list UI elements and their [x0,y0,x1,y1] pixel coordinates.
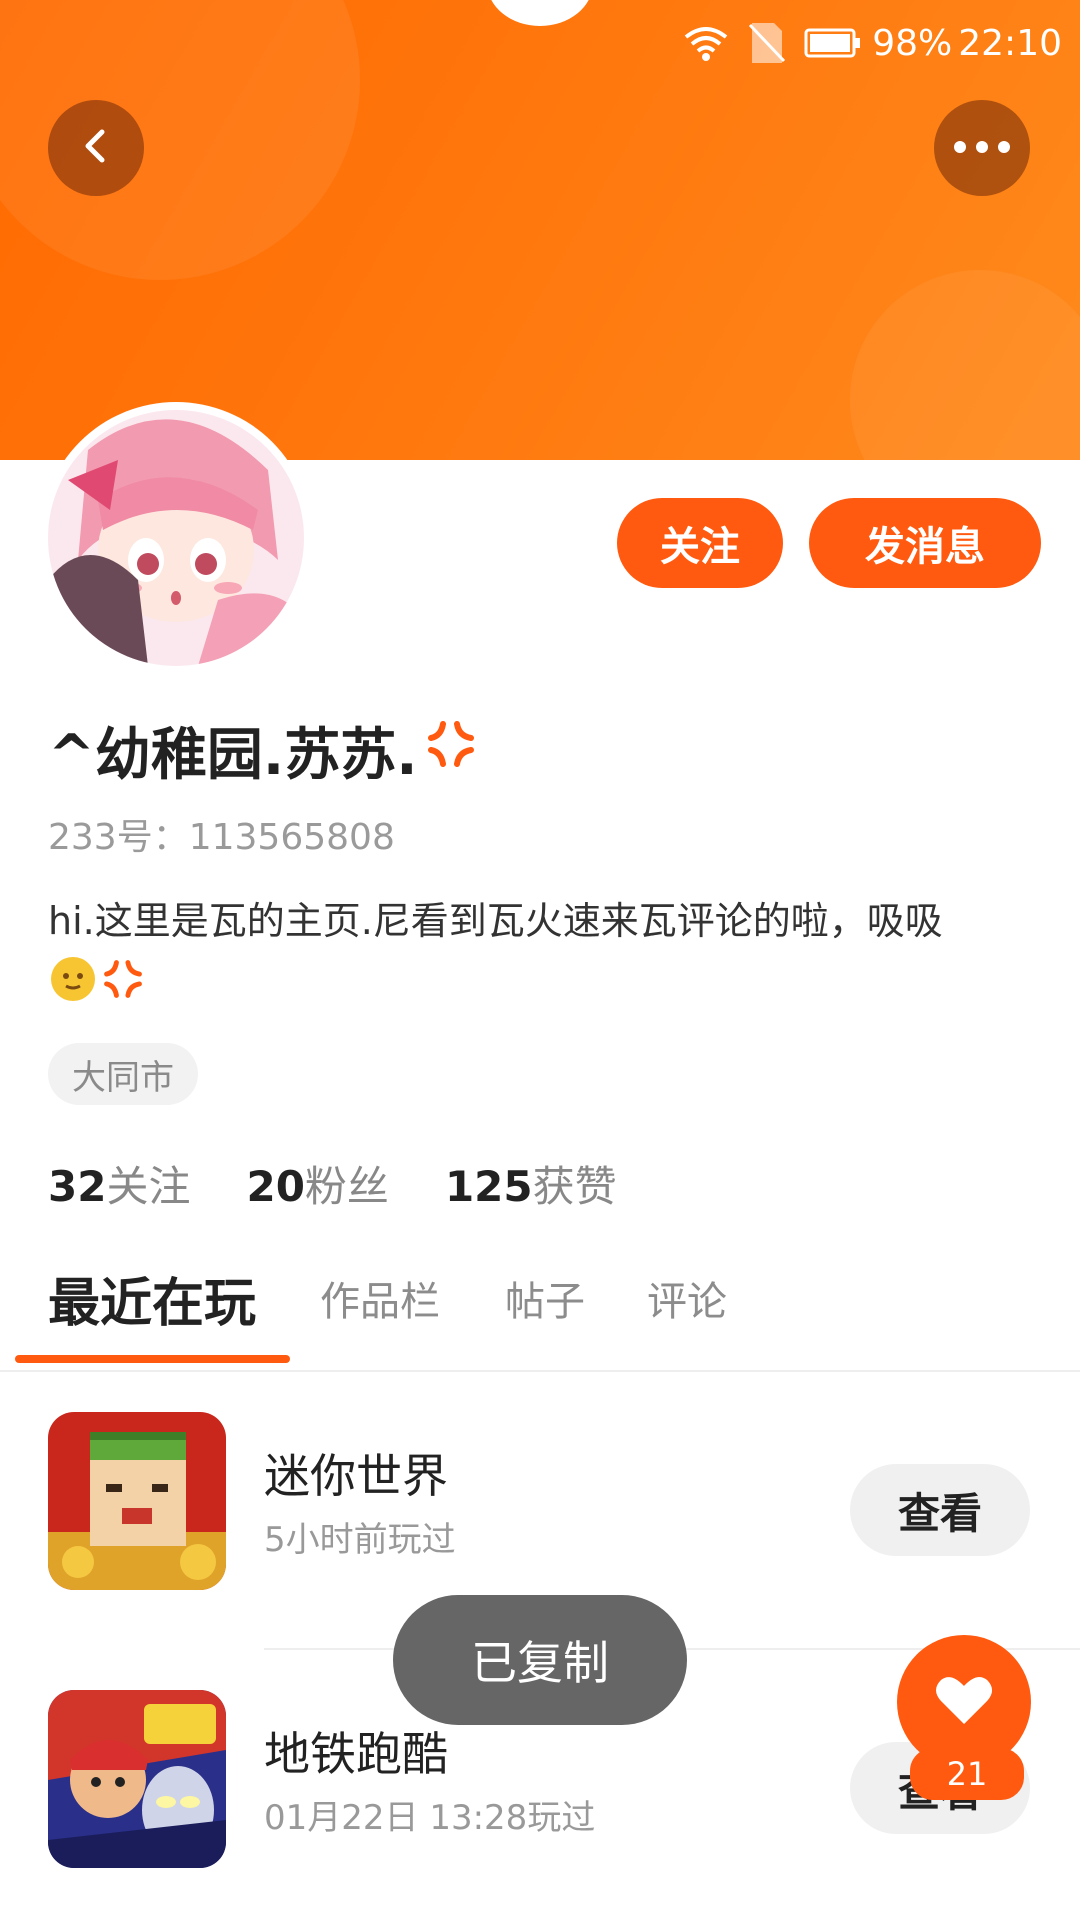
no-sim-icon [748,21,786,65]
tab-comments[interactable]: 评论 [647,1269,727,1327]
stat-label: 粉丝 [304,1162,389,1211]
anger-emoji-icon [100,956,146,1018]
smile-emoji-icon [48,954,98,1020]
bio-text: hi.这里是瓦的主页.尼看到瓦火速来瓦评论的啦，吸吸 [48,899,943,943]
clock: 22:10 [958,22,1062,64]
status-bar: 98% 22:10 [664,18,1062,68]
like-count-badge: 21 [910,1748,1024,1800]
battery-percent: 98% [872,22,953,64]
stat-fans[interactable]: 20 粉丝 [246,1153,388,1214]
username-text: ^幼稚园.苏苏. [48,723,418,788]
stat-label: 关注 [106,1162,191,1211]
game-icon-subway-surfers [48,1690,226,1868]
stat-number: 32 [48,1162,107,1211]
view-button[interactable]: 查看 [850,1464,1030,1556]
ellipsis-icon [952,139,1012,158]
stat-label: 获赞 [532,1162,617,1211]
tab-works[interactable]: 作品栏 [320,1269,440,1327]
game-name: 地铁跑酷 [264,1727,448,1781]
location-tag[interactable]: 大同市 [48,1043,198,1105]
banner-decoration [850,270,1080,460]
more-button[interactable] [934,100,1030,196]
copied-toast: 已复制 [393,1595,687,1725]
avatar[interactable] [48,410,304,666]
user-id[interactable]: 233号：113565808 [48,808,395,860]
wifi-icon [682,23,730,63]
profile-stats: 32 关注 20 粉丝 125 获赞 [48,1153,673,1214]
last-played-time: 01月22日 13:28玩过 [264,1798,596,1838]
profile-tabs: 最近在玩 作品栏 帖子 评论 [0,1255,1080,1372]
game-name: 迷你世界 [264,1449,448,1503]
heart-icon [935,1674,993,1730]
tab-active-indicator [15,1355,290,1363]
stat-likes[interactable]: 125 获赞 [445,1153,617,1214]
chevron-left-icon [76,126,116,170]
list-item[interactable]: 迷你世界 5小时前玩过 查看 [0,1412,1080,1612]
tab-posts[interactable]: 帖子 [505,1269,585,1327]
bio: hi.这里是瓦的主页.尼看到瓦火速来瓦评论的啦，吸吸 [48,892,1038,1020]
username[interactable]: ^幼稚园.苏苏. [48,710,479,791]
tab-recently-played[interactable]: 最近在玩 [48,1261,256,1336]
anger-emoji-icon [423,716,479,786]
stat-number: 20 [246,1162,305,1211]
profile-header-banner [0,0,1080,460]
bio-emoji-row [48,954,1038,1020]
game-icon-mini-world [48,1412,226,1590]
follow-button[interactable]: 关注 [617,498,783,588]
back-button[interactable] [48,100,144,196]
send-message-button[interactable]: 发消息 [809,498,1041,588]
last-played-time: 5小时前玩过 [264,1520,456,1560]
battery-icon [804,28,862,58]
stat-following[interactable]: 32 关注 [48,1153,190,1214]
stat-number: 125 [444,1162,533,1211]
